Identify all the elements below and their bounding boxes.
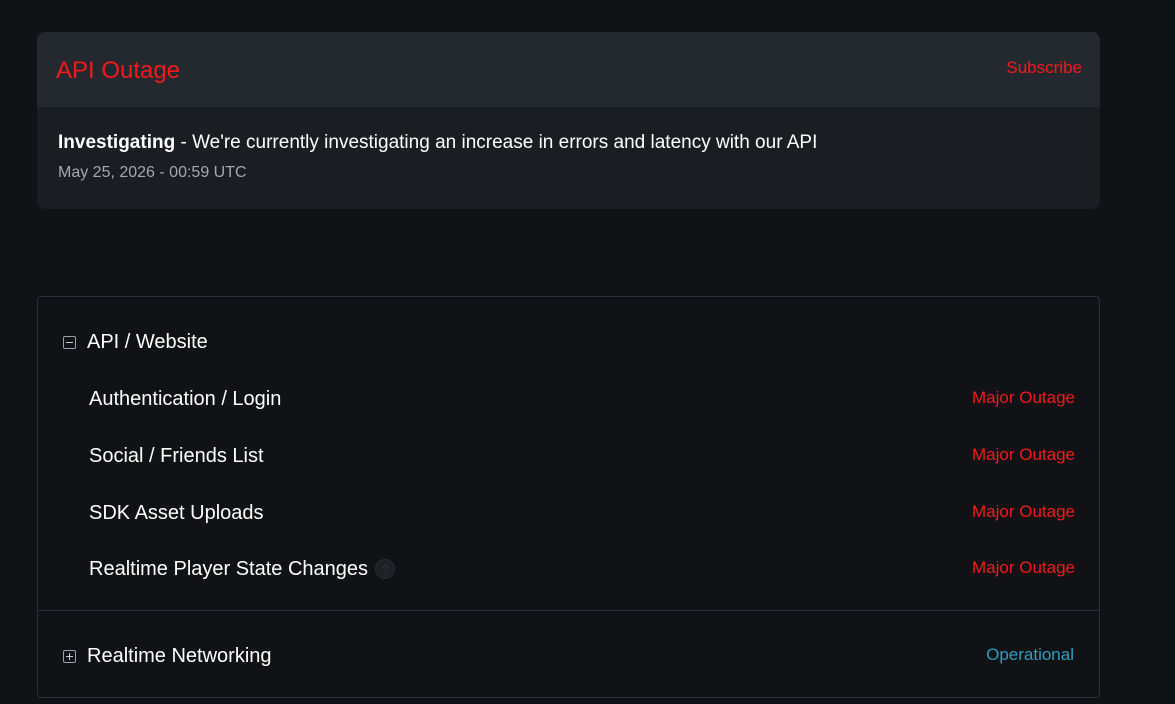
- component-name-with-help: Realtime Player State Changes ?: [89, 557, 396, 581]
- component-row: Social / Friends List Major Outage: [89, 444, 1075, 468]
- collapse-icon[interactable]: [63, 335, 76, 349]
- component-row: Realtime Player State Changes ? Major Ou…: [89, 557, 1075, 581]
- expand-icon[interactable]: [63, 649, 76, 663]
- component-status: Major Outage: [972, 445, 1075, 464]
- component-name: Authentication / Login: [89, 388, 282, 410]
- subscribe-button[interactable]: Subscribe: [1006, 58, 1082, 78]
- group-name: Realtime Networking: [87, 645, 272, 667]
- component-status: Major Outage: [972, 558, 1075, 577]
- group-status: Operational: [986, 645, 1074, 664]
- incident-card: API Outage Subscribe Investigating - We'…: [37, 32, 1100, 209]
- group-divider: [38, 610, 1099, 611]
- group-realtime-networking: Realtime Networking Operational: [63, 644, 1074, 668]
- component-row: SDK Asset Uploads Major Outage: [89, 501, 1075, 525]
- component-row: Authentication / Login Major Outage: [89, 387, 1075, 411]
- components-panel: API / Website Authentication / Login Maj…: [37, 296, 1100, 698]
- component-status: Major Outage: [972, 502, 1075, 521]
- group-name: API / Website: [87, 331, 208, 353]
- incident-update: Investigating - We're currently investig…: [58, 131, 817, 155]
- update-timestamp: May 25, 2026 - 00:59 UTC: [58, 164, 247, 181]
- component-name: SDK Asset Uploads: [89, 502, 264, 524]
- component-status: Major Outage: [972, 388, 1075, 407]
- update-status: Investigating: [58, 132, 176, 153]
- group-header-api-website[interactable]: API / Website: [63, 330, 208, 354]
- group-header-realtime-networking[interactable]: Realtime Networking: [63, 644, 272, 668]
- question-mark-icon[interactable]: ?: [375, 559, 396, 579]
- component-name: Social / Friends List: [89, 445, 264, 467]
- incident-header: API Outage Subscribe: [37, 32, 1100, 107]
- update-message: - We're currently investigating an incre…: [175, 132, 818, 153]
- incident-title[interactable]: API Outage: [56, 57, 180, 85]
- component-name: Realtime Player State Changes: [89, 558, 369, 580]
